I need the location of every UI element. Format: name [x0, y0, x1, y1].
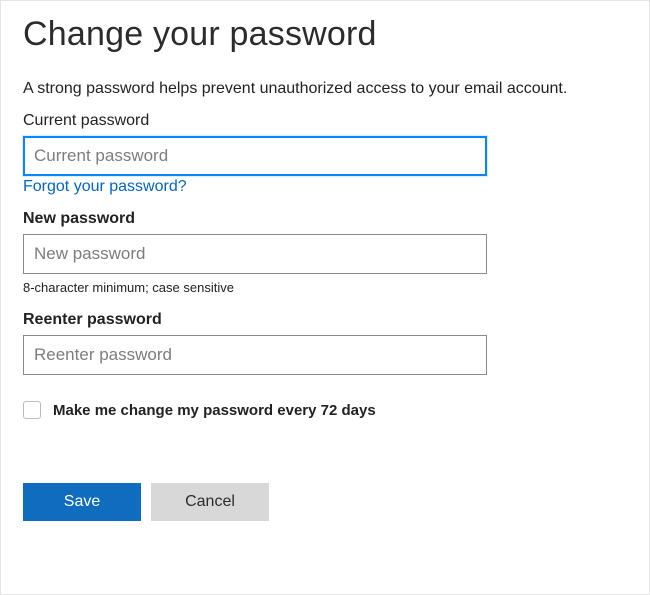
current-password-input[interactable] [23, 136, 487, 176]
button-row: Save Cancel [23, 483, 627, 521]
new-password-group: New password 8-character minimum; case s… [23, 210, 627, 295]
force-change-row: Make me change my password every 72 days [23, 401, 627, 419]
password-hint: 8-character minimum; case sensitive [23, 280, 627, 295]
force-change-label: Make me change my password every 72 days [53, 402, 376, 419]
new-password-input[interactable] [23, 234, 487, 274]
save-button[interactable]: Save [23, 483, 141, 521]
description-text: A strong password helps prevent unauthor… [23, 80, 627, 98]
force-change-checkbox[interactable] [23, 401, 41, 419]
reenter-password-input[interactable] [23, 335, 487, 375]
current-password-group: Current password Forgot your password? [23, 112, 627, 196]
current-password-label: Current password [23, 112, 627, 130]
cancel-button[interactable]: Cancel [151, 483, 269, 521]
page-title: Change your password [23, 15, 627, 54]
forgot-password-link[interactable]: Forgot your password? [23, 178, 187, 196]
new-password-label: New password [23, 210, 627, 228]
reenter-password-label: Reenter password [23, 311, 627, 329]
reenter-password-group: Reenter password [23, 311, 627, 375]
